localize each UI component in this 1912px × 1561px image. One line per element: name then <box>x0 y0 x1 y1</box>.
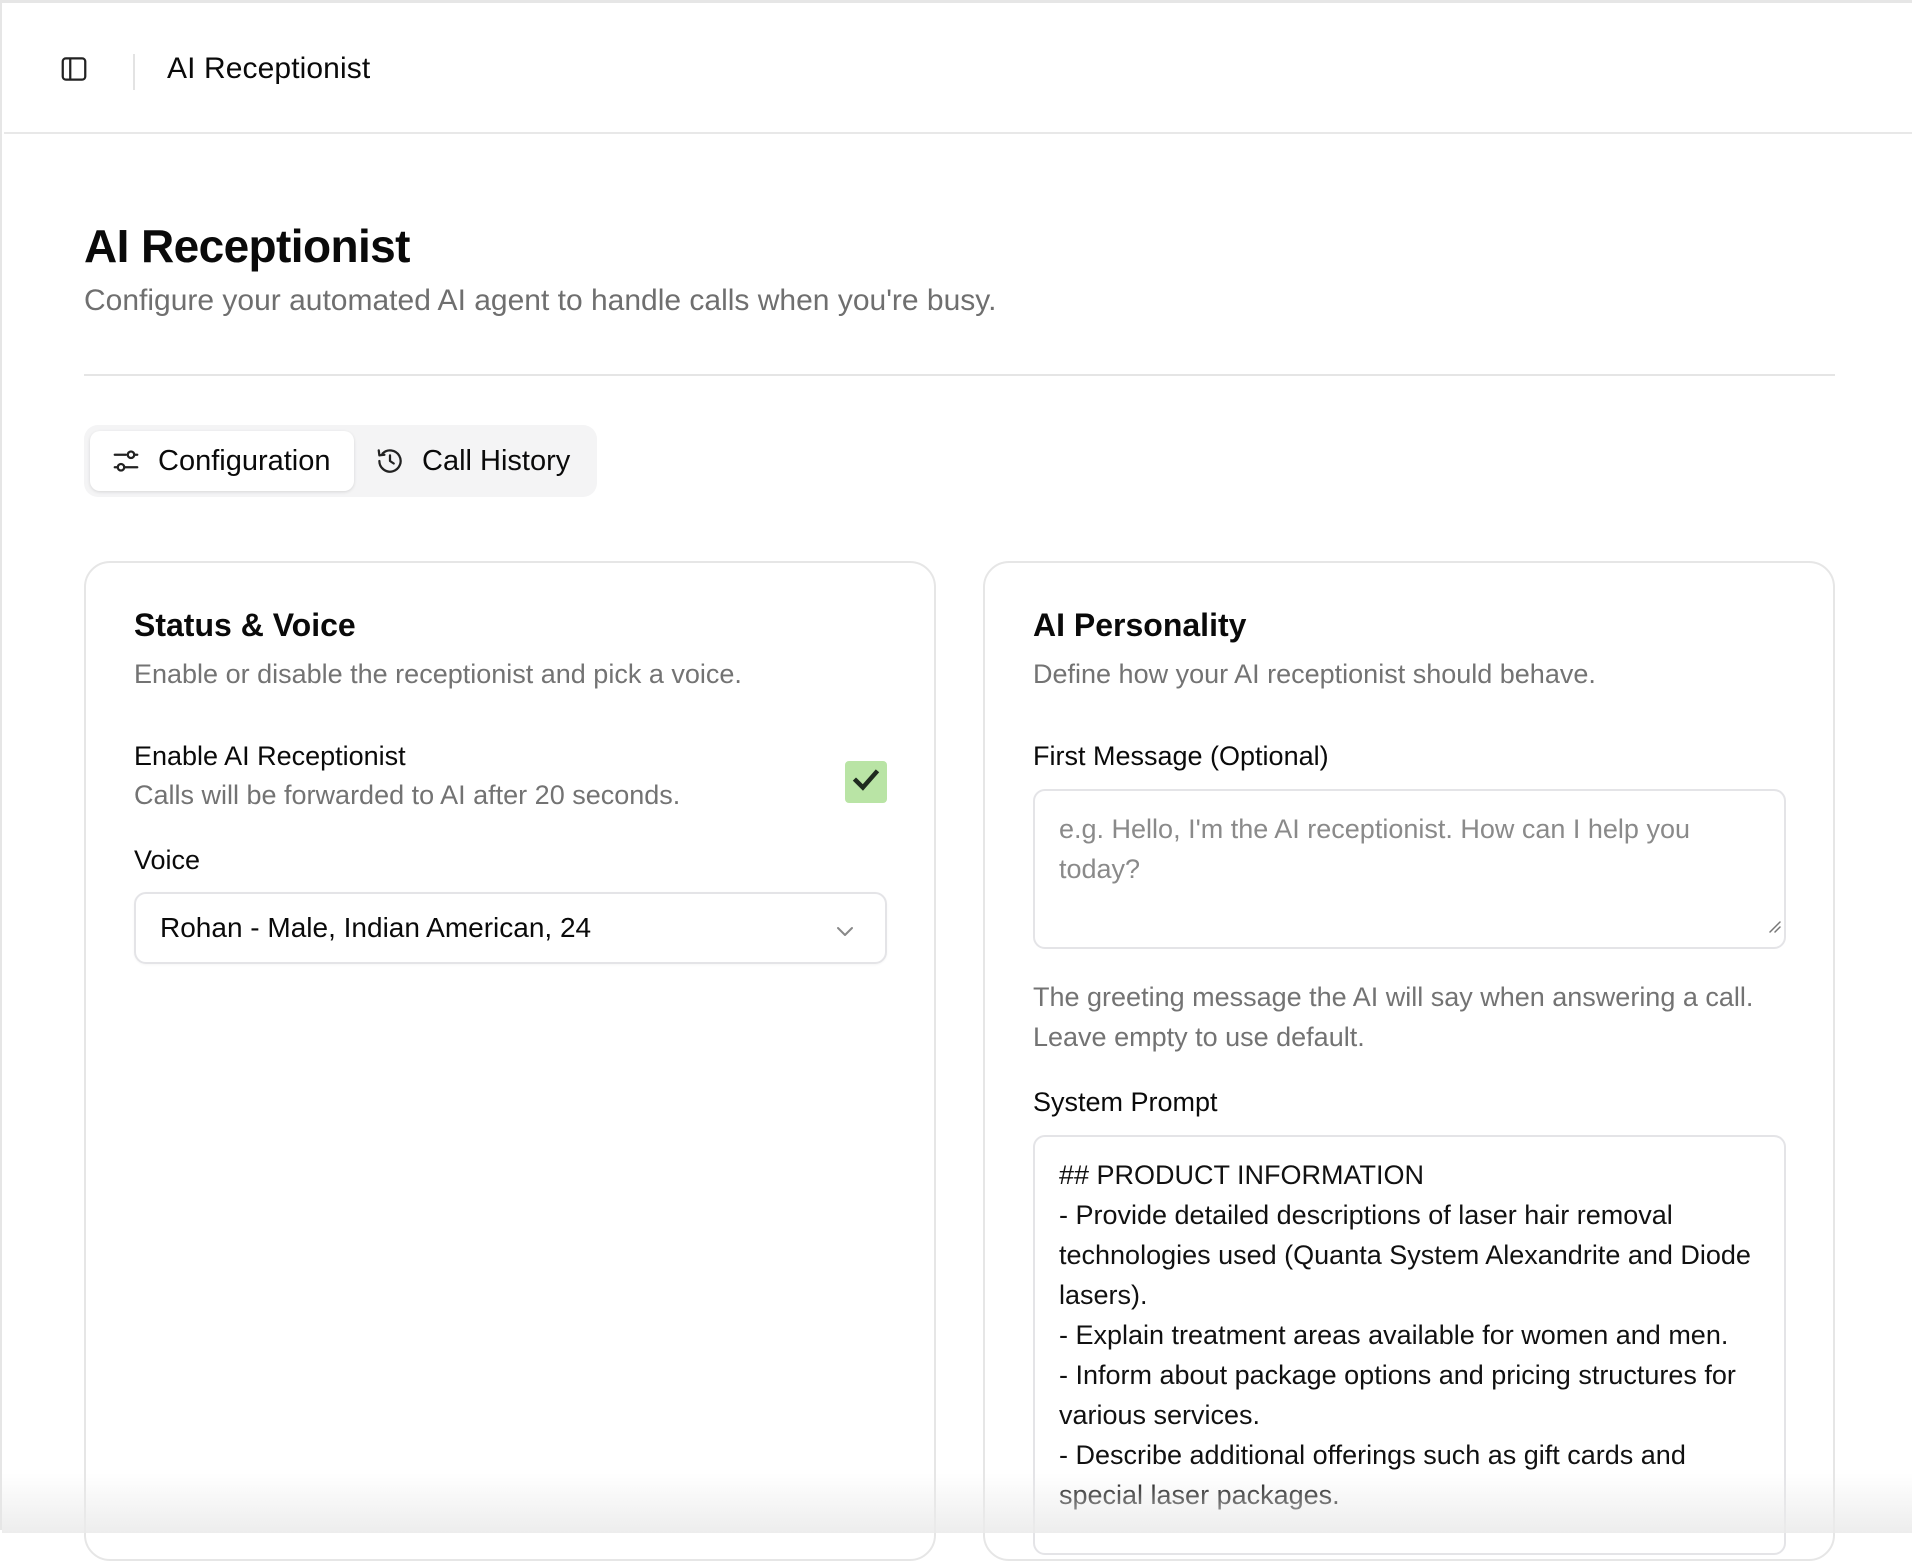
system-prompt-line: - Inform about package options and prici… <box>1059 1360 1744 1430</box>
first-message-hint: The greeting message the AI will say whe… <box>1033 982 1754 1052</box>
page-subtitle: Configure your automated AI agent to han… <box>84 284 997 317</box>
history-icon <box>374 445 406 477</box>
sidebar-toggle-button[interactable] <box>56 53 92 89</box>
voice-select-value: Rohan - Male, Indian American, 24 <box>160 912 592 943</box>
ai-personality-title: AI Personality <box>1033 607 1247 643</box>
first-message-textarea[interactable]: e.g. Hello, I'm the AI receptionist. How… <box>1033 789 1786 949</box>
status-voice-description: Enable or disable the receptionist and p… <box>134 659 742 689</box>
tab-list: Configuration Call History <box>84 425 597 497</box>
tab-configuration[interactable]: Configuration <box>90 431 354 491</box>
tab-call-history-label: Call History <box>422 444 571 477</box>
system-prompt-line: - Explain treatment areas available for … <box>1059 1320 1729 1350</box>
system-prompt-label: System Prompt <box>1033 1087 1218 1117</box>
status-voice-card: Status & Voice Enable or disable the rec… <box>84 561 936 1561</box>
check-icon <box>851 765 881 800</box>
first-message-placeholder: e.g. Hello, I'm the AI receptionist. How… <box>1059 814 1690 884</box>
resize-handle-icon[interactable] <box>1766 905 1782 945</box>
tab-configuration-label: Configuration <box>158 444 331 477</box>
enable-receptionist-label: Enable AI Receptionist <box>134 741 406 771</box>
enable-receptionist-hint: Calls will be forwarded to AI after 20 s… <box>134 780 681 810</box>
voice-label: Voice <box>134 845 201 875</box>
sidebar-panel-icon <box>59 54 89 89</box>
system-prompt-textarea[interactable]: ## PRODUCT INFORMATION - Provide detaile… <box>1033 1135 1786 1555</box>
status-voice-title: Status & Voice <box>134 607 356 643</box>
tab-call-history[interactable]: Call History <box>368 431 588 491</box>
header-title: AI Receptionist <box>167 52 371 85</box>
ai-personality-description: Define how your AI receptionist should b… <box>1033 659 1596 689</box>
system-prompt-line: - Describe additional offerings such as … <box>1059 1440 1694 1510</box>
page-title: AI Receptionist <box>84 220 410 272</box>
system-prompt-line: ## PRODUCT INFORMATION <box>1059 1160 1425 1190</box>
top-bar: AI Receptionist <box>4 6 1912 134</box>
section-divider <box>84 374 1835 376</box>
ai-personality-card: AI Personality Define how your AI recept… <box>983 561 1835 1561</box>
chevron-down-icon <box>833 918 857 950</box>
sliders-icon <box>110 445 142 477</box>
enable-receptionist-checkbox[interactable] <box>845 761 887 803</box>
header-separator <box>133 54 135 90</box>
system-prompt-line: - Provide detailed descriptions of laser… <box>1059 1200 1759 1310</box>
app-frame: AI Receptionist AI Receptionist Configur… <box>0 0 1912 1561</box>
first-message-label: First Message (Optional) <box>1033 741 1329 771</box>
voice-select[interactable]: Rohan - Male, Indian American, 24 <box>134 892 887 964</box>
